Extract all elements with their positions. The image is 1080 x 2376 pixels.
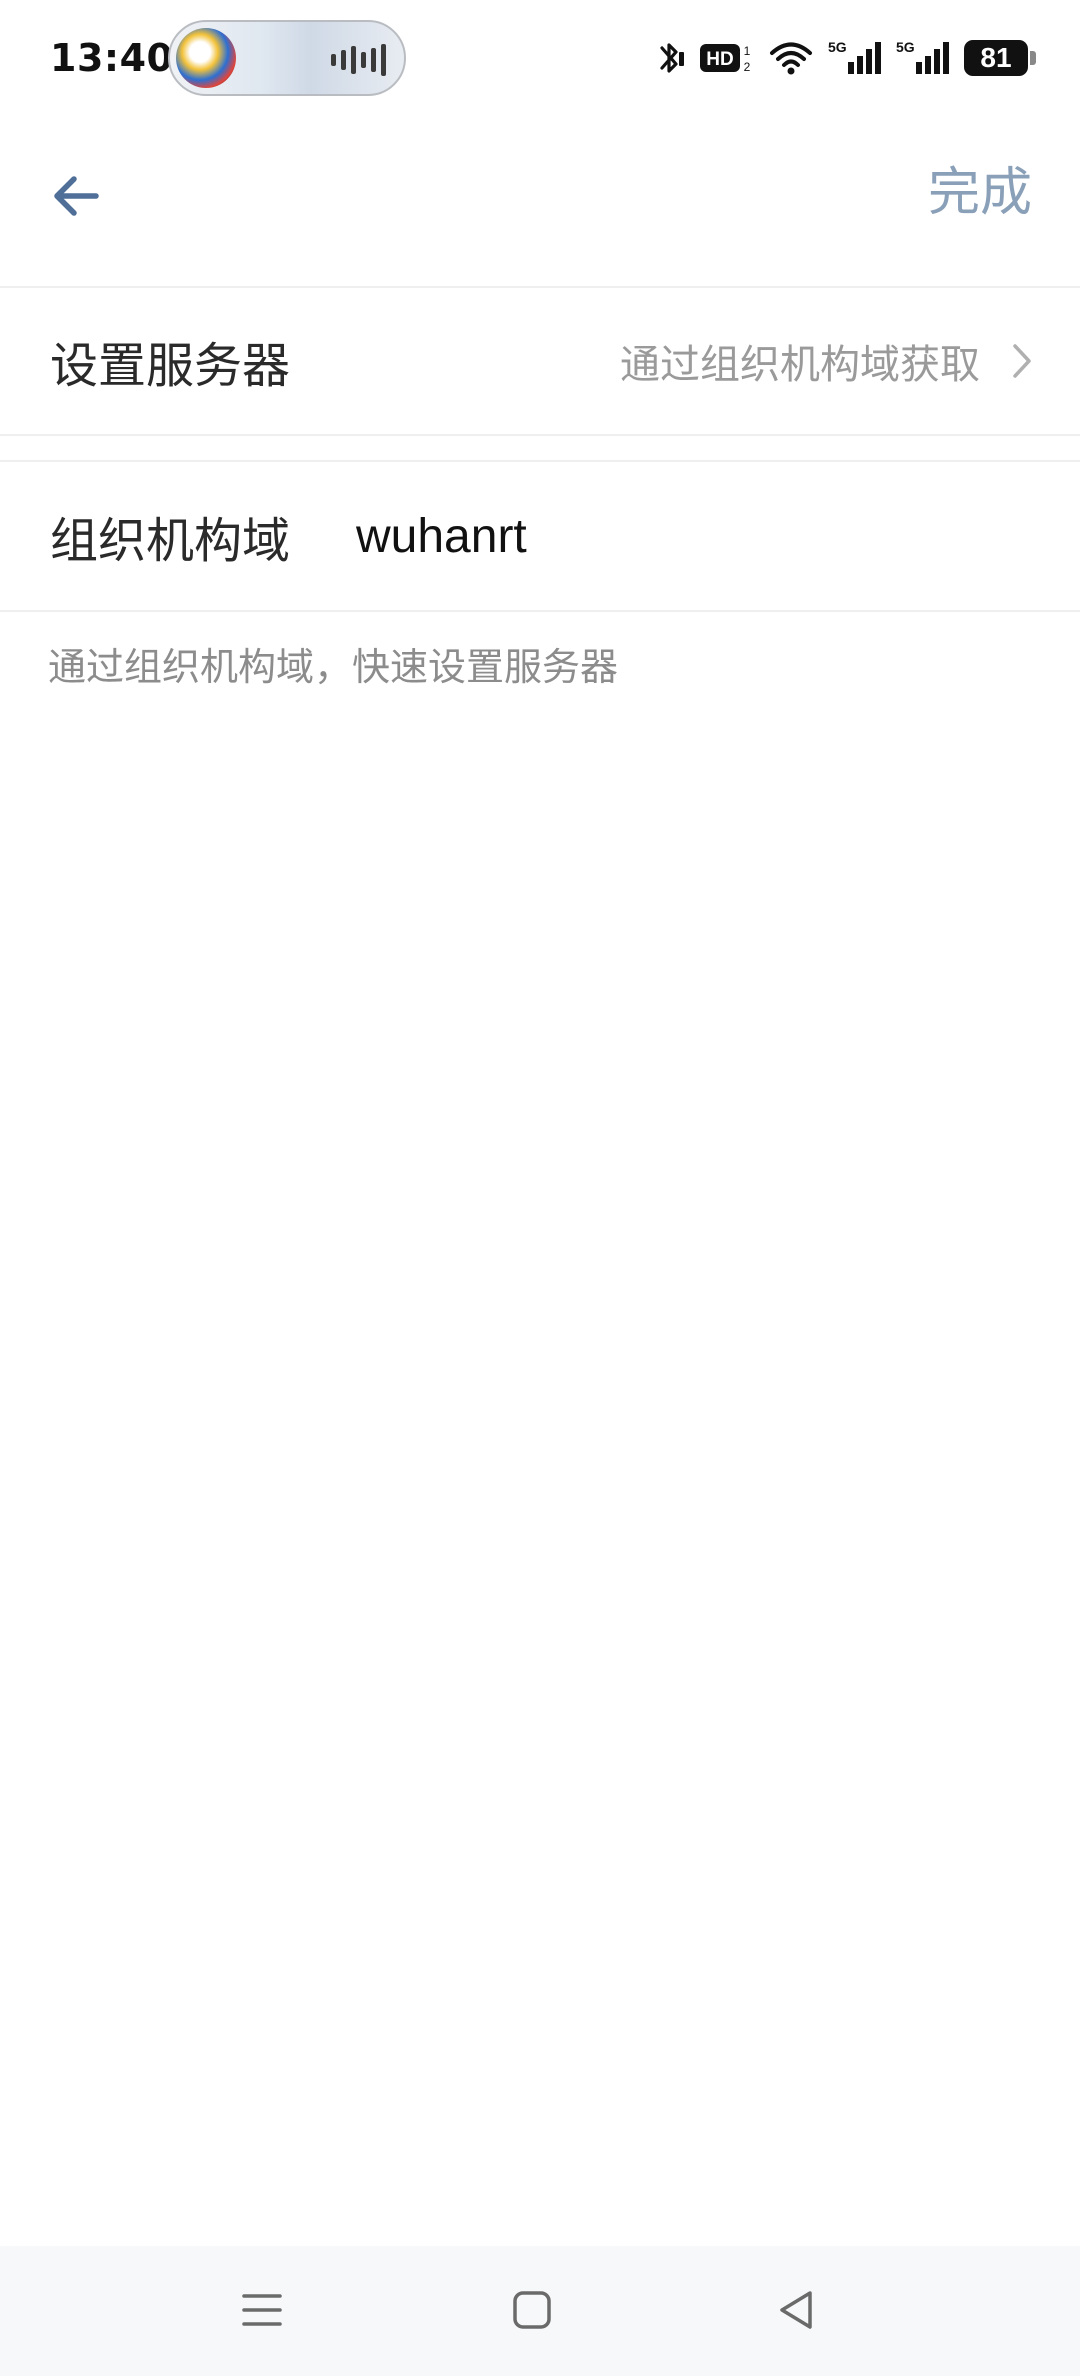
svg-text:2: 2 [744, 60, 751, 74]
server-setting-value: 通过组织机构域获取 [620, 342, 980, 388]
org-domain-label: 组织机构域 [50, 513, 291, 569]
battery-icon: 81 [964, 40, 1036, 76]
arrow-left-icon [54, 176, 99, 216]
album-art-icon [176, 28, 236, 88]
signal-5g-icon: 5G [896, 38, 950, 78]
server-setting-row[interactable]: 设置服务器 通过组织机构域获取 [0, 288, 1080, 436]
hint-text: 通过组织机构域，快速设置服务器 [48, 645, 619, 689]
org-domain-input[interactable] [356, 496, 996, 576]
menu-button[interactable] [226, 2274, 298, 2346]
system-nav-bar [0, 2246, 1080, 2376]
battery-level: 81 [980, 42, 1012, 73]
section-divider [0, 436, 1080, 462]
svg-text:HD: HD [706, 49, 733, 70]
wifi-icon [768, 38, 814, 78]
svg-text:5G: 5G [828, 39, 847, 55]
home-icon [513, 2291, 551, 2329]
system-back-button[interactable] [760, 2274, 832, 2346]
back-button[interactable] [40, 160, 112, 232]
server-setting-label: 设置服务器 [50, 338, 291, 394]
home-button[interactable] [496, 2274, 568, 2346]
back-icon [780, 2291, 812, 2329]
bluetooth-icon [654, 38, 686, 78]
status-time: 13:40 [50, 36, 174, 80]
chevron-right-icon [1004, 337, 1040, 385]
status-icons: HD 1 2 5G 5G 81 [654, 34, 1036, 82]
status-bar: 13:40 HD 1 2 5G 5G 81 [0, 0, 1080, 120]
media-pill[interactable] [168, 20, 406, 96]
audio-wave-icon [331, 44, 386, 76]
org-domain-row: 组织机构域 [0, 462, 1080, 612]
hd-icon: HD 1 2 [700, 38, 754, 78]
signal-5g-icon: 5G [828, 38, 882, 78]
menu-icon [242, 2294, 282, 2326]
done-button[interactable]: 完成 [928, 162, 1032, 224]
top-nav: 完成 [0, 120, 1080, 288]
svg-text:1: 1 [744, 44, 751, 58]
svg-text:5G: 5G [896, 39, 915, 55]
